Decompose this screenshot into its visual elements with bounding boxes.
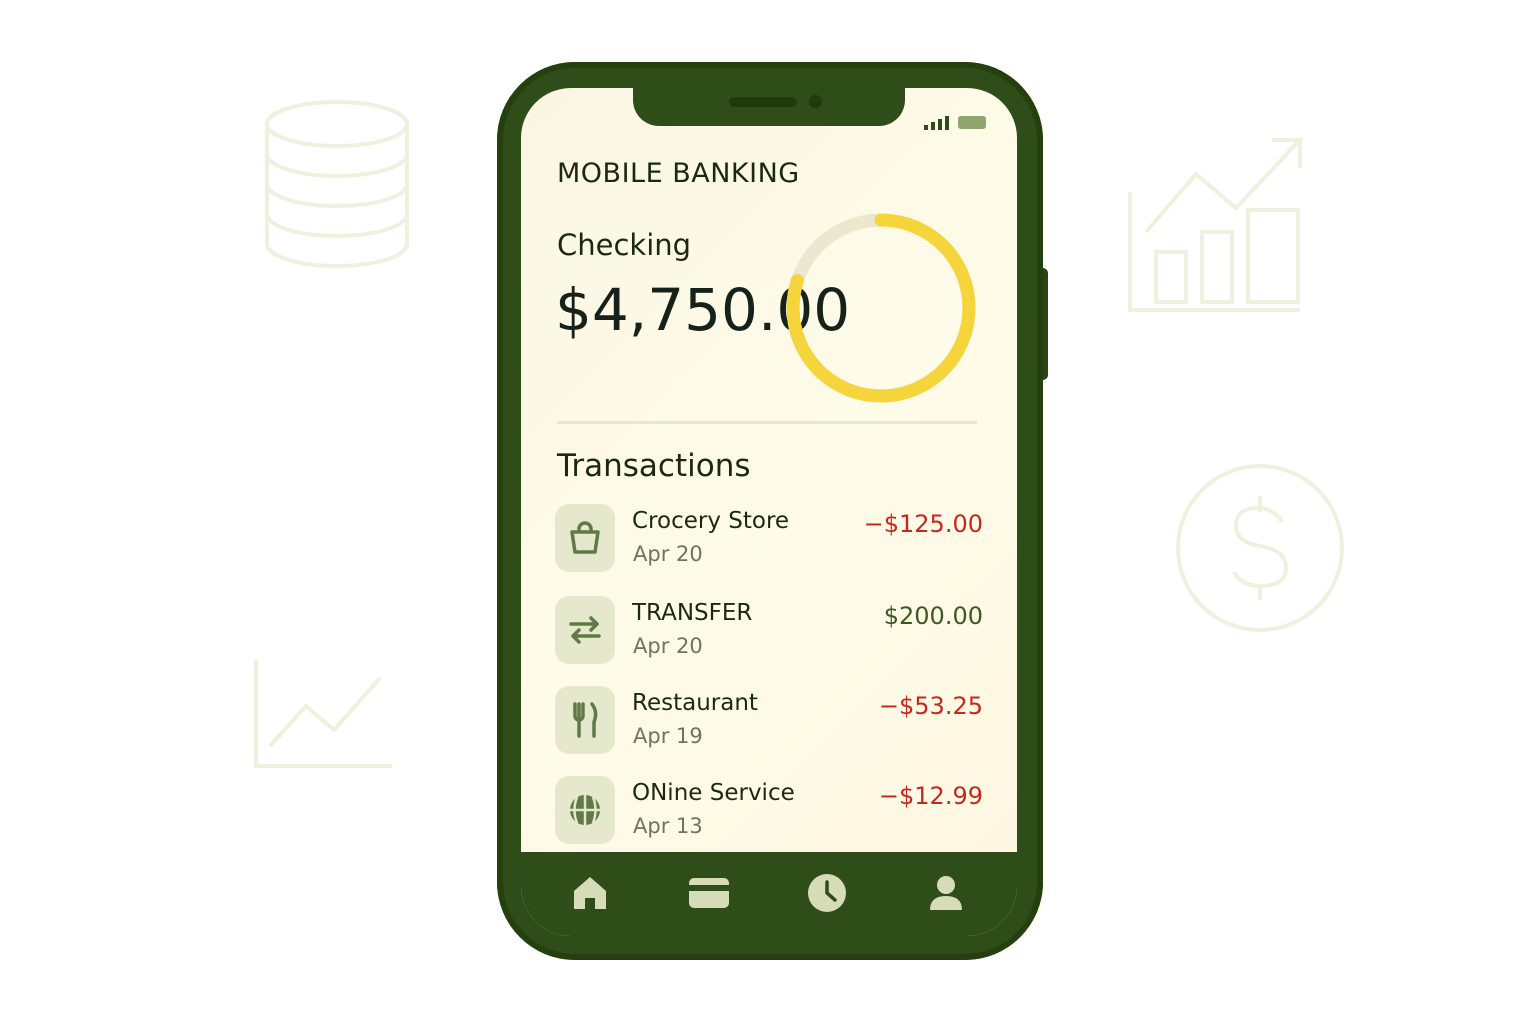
- balance-progress-ring: [786, 213, 976, 403]
- clock-icon: [808, 874, 846, 912]
- bar-chart-growth-icon: [1128, 138, 1302, 312]
- section-divider: [557, 421, 977, 424]
- transaction-row[interactable]: Crocery Store Apr 20 −$125.00: [555, 504, 983, 574]
- coin-stack-icon: [265, 100, 409, 268]
- transactions-heading: Transactions: [557, 448, 751, 484]
- transfer-arrows-icon: [555, 596, 615, 664]
- transaction-name: Crocery Store: [632, 508, 790, 534]
- transaction-amount: $200.00: [883, 602, 983, 630]
- transaction-name: TRANSFER: [632, 600, 753, 626]
- transaction-row[interactable]: Restaurant Apr 19 −$53.25: [555, 686, 983, 756]
- transaction-name: ONine Service: [632, 780, 795, 806]
- nav-history[interactable]: [802, 868, 852, 918]
- shopping-bag-icon: [555, 504, 615, 572]
- transaction-date: Apr 13: [633, 814, 703, 838]
- notch: [633, 88, 905, 126]
- card-icon: [689, 878, 729, 908]
- nav-home[interactable]: [565, 868, 615, 918]
- fork-knife-icon: [555, 686, 615, 754]
- transaction-date: Apr 19: [633, 724, 703, 748]
- nav-profile[interactable]: [921, 868, 971, 918]
- nav-cards[interactable]: [684, 868, 734, 918]
- signal-strength-icon: [924, 116, 949, 130]
- transaction-amount: −$125.00: [863, 510, 983, 538]
- globe-icon: [555, 776, 615, 844]
- dollar-coin-icon: [1176, 464, 1344, 632]
- transaction-row[interactable]: TRANSFER Apr 20 $200.00: [555, 596, 983, 666]
- line-chart-icon: [254, 660, 392, 768]
- account-label: Checking: [557, 228, 692, 262]
- battery-icon: [958, 116, 986, 129]
- transaction-row[interactable]: ONine Service Apr 13 −$12.99: [555, 776, 983, 846]
- front-camera: [809, 95, 822, 108]
- transaction-date: Apr 20: [633, 634, 703, 658]
- home-icon: [574, 877, 606, 909]
- transaction-name: Restaurant: [632, 690, 758, 716]
- profile-icon: [930, 876, 962, 910]
- transaction-amount: −$12.99: [878, 782, 983, 810]
- transaction-amount: −$53.25: [878, 692, 983, 720]
- bottom-nav: [521, 852, 1017, 936]
- transaction-date: Apr 20: [633, 542, 703, 566]
- phone-screen: MOBILE BANKING Checking $4,750.00 Transa…: [521, 88, 1017, 936]
- app-title: MOBILE BANKING: [557, 158, 800, 189]
- speaker-grille: [729, 97, 797, 107]
